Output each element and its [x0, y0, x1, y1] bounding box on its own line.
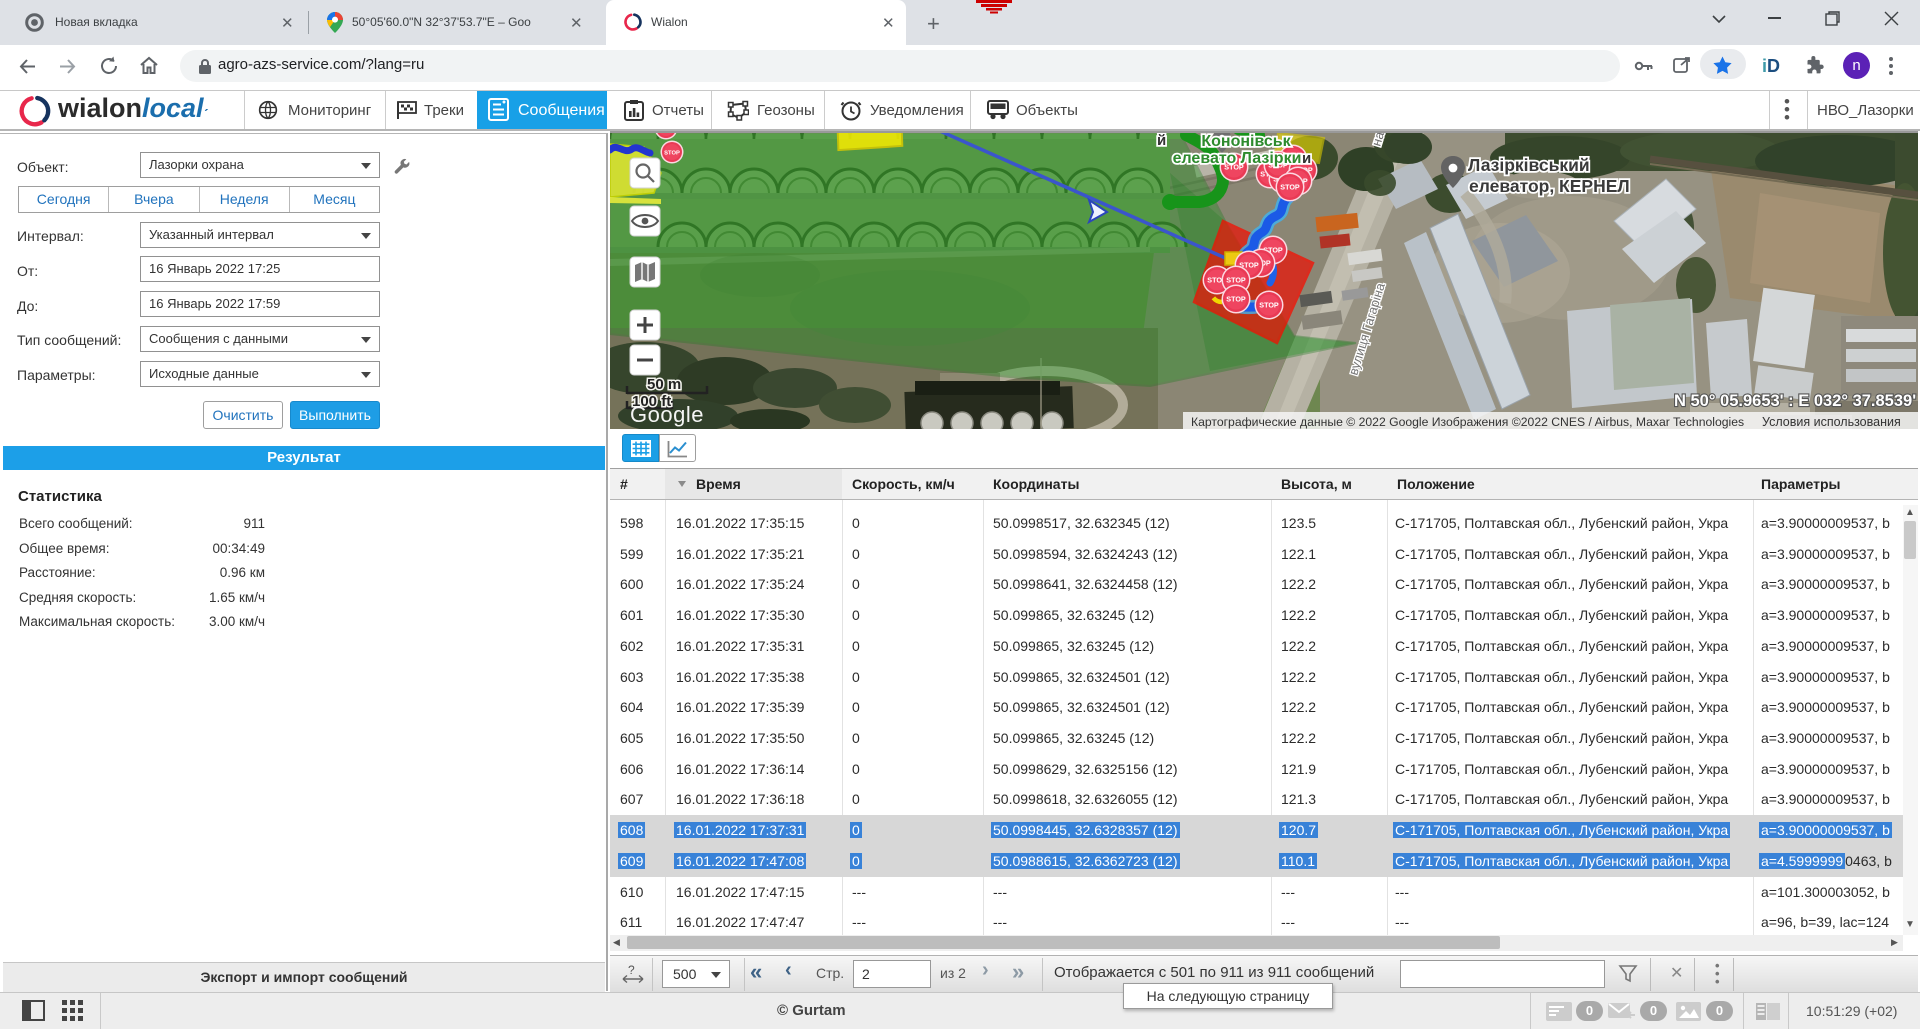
svg-text:?: ?: [628, 963, 635, 977]
svg-text:STOP: STOP: [1226, 295, 1246, 304]
svg-text:Картографические данные © 2022: Картографические данные © 2022 Google Из…: [1191, 415, 1744, 429]
svg-text:Кононівськ: Кононівськ: [1201, 133, 1291, 150]
svg-text:STOP: STOP: [1280, 183, 1300, 192]
svg-text:STOP: STOP: [664, 150, 680, 156]
svg-text:N 50° 05.9653' : E 032° 37.853: N 50° 05.9653' : E 032° 37.8539': [1674, 392, 1916, 410]
svg-text:й: й: [1157, 133, 1166, 149]
svg-text:50 m: 50 m: [647, 376, 681, 393]
svg-text:Google: Google: [630, 402, 704, 427]
svg-text:STOP: STOP: [1226, 276, 1246, 285]
svg-text:Условия использования: Условия использования: [1762, 415, 1901, 429]
svg-text:Лазірківський: Лазірківський: [1468, 155, 1590, 175]
svg-text:елеватор, КЕРНЕЛ: елеватор, КЕРНЕЛ: [1469, 176, 1630, 196]
svg-text:елевато Лазірки: елевато Лазірки: [1173, 150, 1302, 167]
svg-text:STOP: STOP: [1259, 301, 1279, 310]
svg-text:и: и: [1302, 150, 1311, 167]
